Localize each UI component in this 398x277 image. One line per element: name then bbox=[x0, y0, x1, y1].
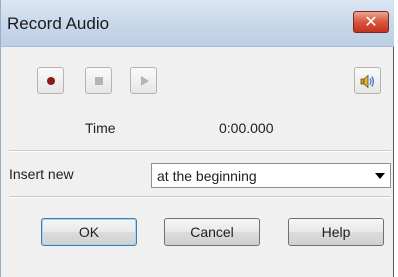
dropdown-arrow-icon bbox=[375, 173, 385, 179]
close-icon: ✕ bbox=[364, 12, 378, 31]
insert-new-label: Insert new bbox=[9, 166, 74, 182]
stop-button[interactable] bbox=[85, 67, 112, 94]
title-bar[interactable]: Record Audio ✕ bbox=[1, 0, 394, 47]
record-button[interactable] bbox=[37, 67, 64, 94]
insert-position-value: at the beginning bbox=[157, 168, 257, 184]
time-value: 0:00.000 bbox=[219, 120, 274, 136]
cancel-button[interactable]: Cancel bbox=[164, 218, 260, 246]
speaker-volume-icon bbox=[360, 74, 374, 89]
play-icon bbox=[141, 76, 149, 86]
record-icon bbox=[47, 77, 55, 85]
divider bbox=[9, 196, 391, 198]
insert-position-select[interactable]: at the beginning bbox=[151, 163, 391, 188]
divider bbox=[9, 150, 391, 152]
time-label: Time bbox=[85, 120, 116, 136]
help-button[interactable]: Help bbox=[288, 218, 384, 246]
record-audio-dialog: Record Audio ✕ Time 0:00.000 Insert new … bbox=[0, 0, 394, 277]
close-button[interactable]: ✕ bbox=[353, 11, 389, 33]
ok-button[interactable]: OK bbox=[41, 218, 137, 246]
play-button[interactable] bbox=[130, 67, 157, 94]
stop-icon bbox=[95, 77, 103, 85]
volume-button[interactable] bbox=[354, 67, 381, 94]
dialog-title: Record Audio bbox=[7, 14, 110, 33]
